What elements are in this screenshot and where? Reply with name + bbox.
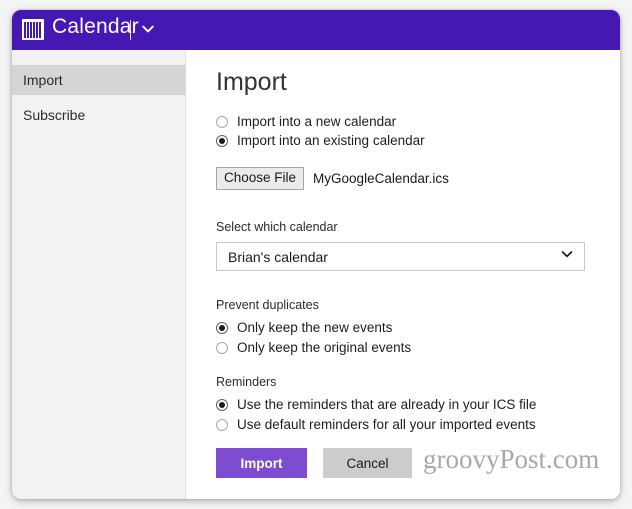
radio-indicator — [216, 321, 228, 334]
radio-label: Use default reminders for all your impor… — [237, 417, 536, 432]
app-title: Calendar — [52, 15, 139, 38]
cancel-button[interactable]: Cancel — [323, 448, 412, 478]
sidebar-item-label: Subscribe — [23, 107, 86, 123]
prevent-duplicates-label: Prevent duplicates — [216, 298, 319, 312]
sidebar: Import Subscribe — [12, 50, 186, 499]
radio-use-ics-reminders[interactable]: Use the reminders that are already in yo… — [216, 395, 536, 414]
title-bar: Calendar — [12, 10, 620, 50]
calendar-select-value: Brian's calendar — [228, 248, 328, 265]
radio-label: Import into an existing calendar — [237, 133, 425, 148]
radio-indicator — [216, 115, 228, 128]
page-title: Import — [216, 68, 287, 96]
sidebar-item-label: Import — [23, 72, 63, 88]
radio-use-default-reminders[interactable]: Use default reminders for all your impor… — [216, 415, 536, 434]
main-content: Import Import into a new calendar Import… — [187, 50, 620, 499]
calendar-grid-icon — [22, 19, 44, 40]
sidebar-item-subscribe[interactable]: Subscribe — [12, 100, 186, 130]
chevron-down-icon — [560, 247, 574, 266]
import-button[interactable]: Import — [216, 448, 307, 478]
selected-file-name: MyGoogleCalendar.ics — [313, 171, 449, 186]
radio-indicator — [216, 398, 228, 411]
radio-indicator — [216, 134, 228, 147]
radio-keep-new-events[interactable]: Only keep the new events — [216, 318, 392, 337]
radio-import-existing-calendar[interactable]: Import into an existing calendar — [216, 131, 425, 150]
radio-indicator — [216, 418, 228, 431]
screen: Calendar Import Subscribe Import Import … — [0, 0, 632, 509]
radio-label: Only keep the original events — [237, 340, 412, 355]
calendar-import-dialog: Calendar Import Subscribe Import Import … — [12, 10, 620, 499]
radio-indicator — [216, 341, 228, 354]
watermark: groovyPost.com — [423, 444, 600, 474]
calendar-select-dropdown[interactable]: Brian's calendar — [216, 242, 585, 271]
radio-label: Only keep the new events — [237, 320, 393, 335]
radio-import-new-calendar[interactable]: Import into a new calendar — [216, 112, 396, 131]
file-chooser-row: Choose File MyGoogleCalendar.ics — [216, 167, 449, 190]
title-separator — [130, 20, 131, 40]
select-calendar-label: Select which calendar — [216, 220, 338, 234]
chevron-down-icon[interactable] — [140, 21, 156, 37]
sidebar-item-import[interactable]: Import — [12, 65, 186, 95]
radio-label: Use the reminders that are already in yo… — [237, 397, 537, 412]
reminders-label: Reminders — [216, 375, 277, 389]
radio-keep-original-events[interactable]: Only keep the original events — [216, 338, 411, 357]
radio-label: Import into a new calendar — [237, 114, 397, 129]
choose-file-button[interactable]: Choose File — [216, 167, 305, 190]
